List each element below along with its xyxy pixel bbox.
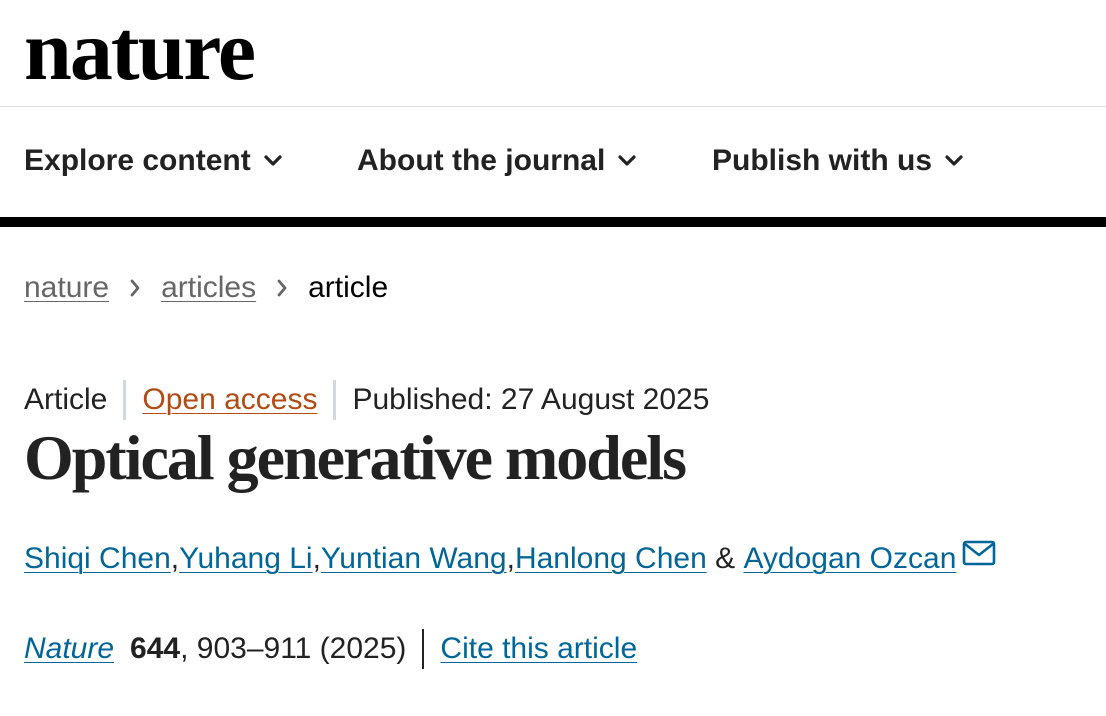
article-meta: Article Open access Published: 27 August… [24, 378, 709, 422]
chevron-down-icon [944, 154, 964, 168]
citation-line: Nature 644 , 903–911 (2025) Cite this ar… [24, 626, 637, 672]
breadcrumb-nature[interactable]: nature [24, 271, 109, 305]
nav-publish-with-us[interactable]: Publish with us [712, 138, 964, 184]
author-link[interactable]: Yuntian Wang [321, 542, 507, 576]
volume-number: 644 [130, 632, 181, 665]
author-link[interactable]: Hanlong Chen [515, 542, 707, 576]
author-link[interactable]: Yuhang Li [179, 542, 312, 576]
chevron-down-icon [263, 154, 283, 168]
mail-icon[interactable] [962, 540, 996, 566]
breadcrumb: nature articles article [24, 264, 388, 312]
citation-divider [422, 629, 425, 669]
breadcrumb-articles[interactable]: articles [161, 271, 256, 305]
article-title: Optical generative models [24, 422, 687, 493]
nav-bottom-rule [0, 217, 1106, 227]
author-link-corresponding[interactable]: Aydogan Ozcan [743, 542, 956, 576]
author-separator: & [706, 542, 744, 575]
author-list: Shiqi Chen , Yuhang Li , Yuntian Wang , … [24, 536, 996, 582]
masthead: nature [0, 0, 1106, 107]
nature-logo[interactable]: nature [24, 4, 256, 96]
cite-this-article-link[interactable]: Cite this article [440, 632, 637, 666]
article-type: Article [24, 383, 108, 416]
nav-explore-content[interactable]: Explore content [24, 138, 283, 184]
author-separator: , [312, 542, 321, 575]
nav-about-the-journal[interactable]: About the journal [357, 138, 637, 184]
published-date: Published: 27 August 2025 [352, 383, 710, 416]
nav-item-label: Publish with us [712, 144, 933, 177]
nav-item-label: About the journal [357, 144, 606, 177]
author-separator: , [170, 542, 180, 575]
author-link[interactable]: Shiqi Chen [24, 542, 171, 576]
breadcrumb-current: article [308, 271, 389, 304]
journal-link[interactable]: Nature [24, 632, 114, 666]
meta-divider [333, 380, 337, 420]
chevron-down-icon [617, 154, 637, 168]
author-separator: , [506, 542, 515, 575]
open-access-link[interactable]: Open access [142, 383, 317, 417]
nav-item-label: Explore content [24, 144, 251, 177]
meta-divider [123, 380, 127, 420]
page-range: , 903–911 (2025) [180, 632, 407, 665]
page: nature Explore content About the journal… [0, 0, 1106, 716]
primary-nav: Explore content About the journal Publis… [0, 108, 1106, 218]
chevron-right-icon [276, 278, 288, 298]
chevron-right-icon [129, 278, 141, 298]
